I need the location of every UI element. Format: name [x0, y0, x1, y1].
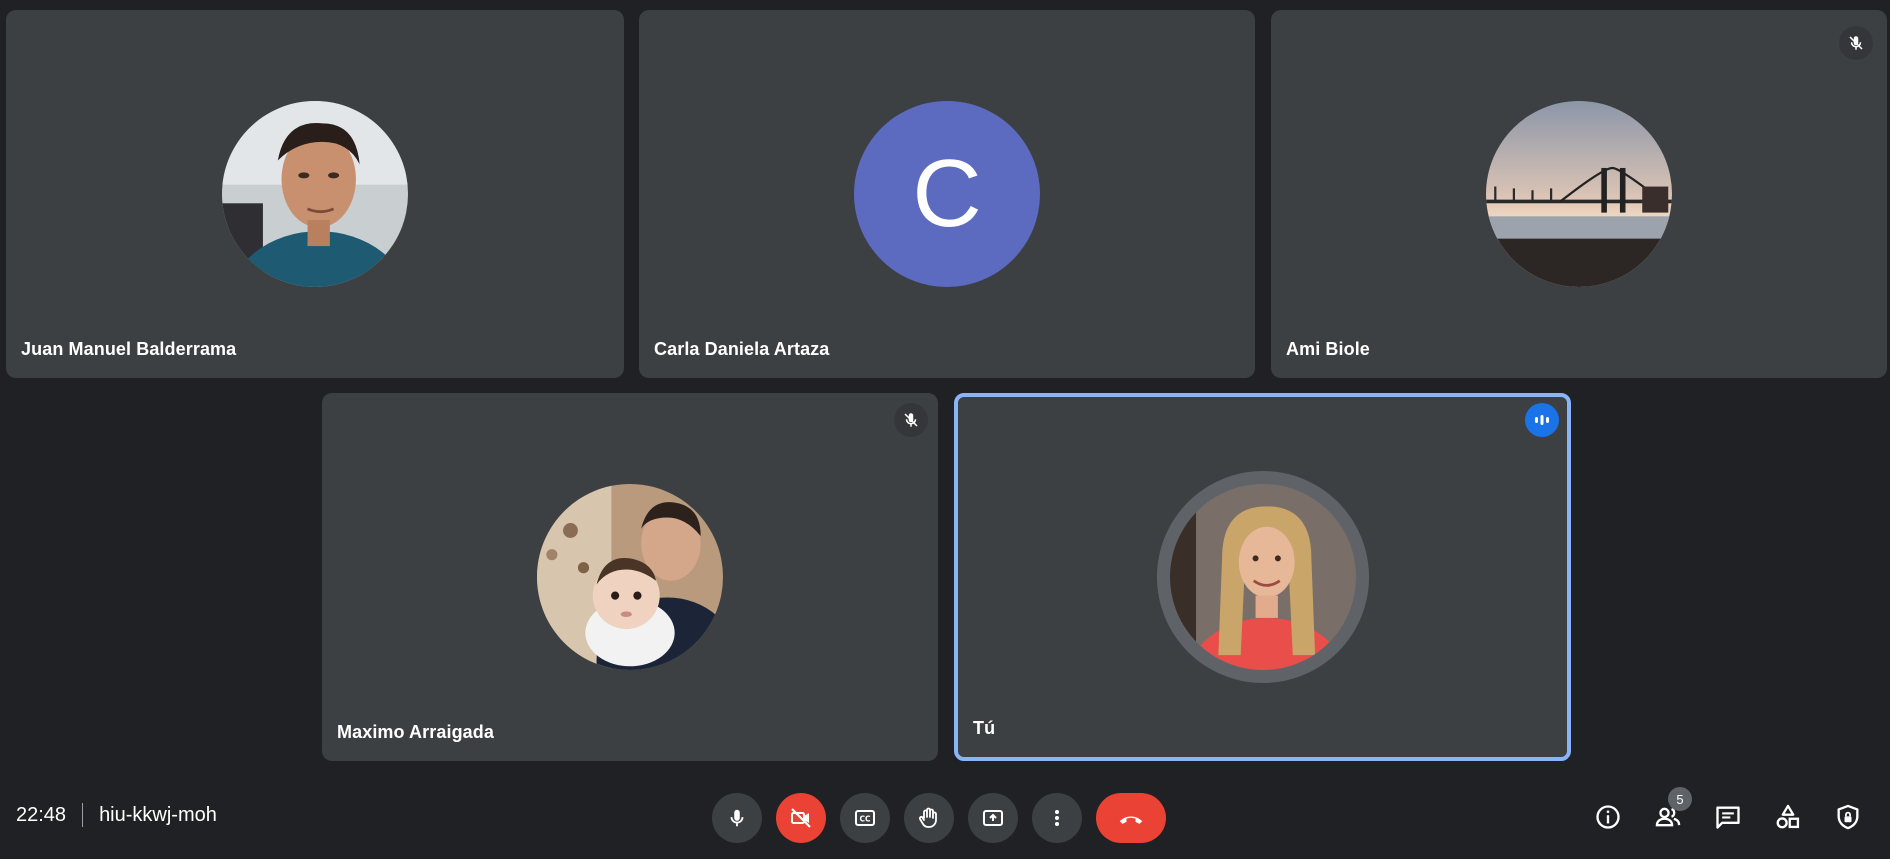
- camera-off-icon: [791, 808, 811, 828]
- muted-mic-icon: [894, 403, 928, 437]
- call-controls: CC: [712, 793, 1166, 843]
- muted-mic-icon: [1839, 26, 1873, 60]
- end-call-icon: [1119, 816, 1143, 824]
- chat-icon: [1716, 806, 1740, 829]
- closed-captions-icon: CC: [855, 810, 875, 826]
- microphone-button[interactable]: [712, 793, 762, 843]
- meeting-time: 22:48: [16, 803, 67, 826]
- activities-icon: [1776, 804, 1800, 829]
- raise-hand-button[interactable]: [904, 793, 954, 843]
- participant-tile[interactable]: C Carla Daniela Artaza: [639, 10, 1255, 378]
- participant-tile[interactable]: Ami Biole: [1271, 10, 1887, 378]
- participant-tile[interactable]: Maximo Arraigada: [322, 393, 938, 761]
- participant-avatar: [1169, 484, 1356, 670]
- microphone-icon: [730, 809, 744, 827]
- chat-button[interactable]: [1704, 793, 1752, 841]
- activities-button[interactable]: [1764, 793, 1812, 841]
- svg-text:CC: CC: [859, 815, 871, 824]
- camera-button[interactable]: [776, 793, 826, 843]
- participant-tile[interactable]: Juan Manuel Balderrama: [6, 10, 624, 378]
- raise-hand-icon: [918, 807, 937, 828]
- more-options-button[interactable]: [1032, 793, 1082, 843]
- more-options-icon: [1055, 810, 1059, 826]
- present-screen-button[interactable]: [968, 793, 1018, 843]
- host-controls-icon: [1837, 804, 1859, 830]
- host-controls-button[interactable]: [1824, 793, 1872, 841]
- captions-button[interactable]: CC: [840, 793, 890, 843]
- people-button[interactable]: 5: [1644, 787, 1692, 841]
- participant-name: Tú: [973, 718, 996, 738]
- meeting-details-button[interactable]: [1584, 793, 1632, 841]
- participant-name: Carla Daniela Artaza: [654, 339, 830, 359]
- meeting-info-divider: [82, 803, 84, 827]
- participant-avatar: [222, 101, 408, 287]
- people-count-badge: 5: [1668, 787, 1692, 811]
- participant-name: Maximo Arraigada: [337, 722, 494, 742]
- participant-name: Ami Biole: [1286, 339, 1370, 359]
- participant-avatar-letter: C: [854, 101, 1040, 287]
- participant-avatar: [1486, 101, 1672, 287]
- participant-name: Juan Manuel Balderrama: [21, 339, 237, 359]
- bottom-toolbar: 22:48 hiu-kkwj-moh CC 5: [0, 771, 1890, 859]
- speaking-indicator-icon: [1525, 403, 1559, 437]
- end-call-button[interactable]: [1096, 793, 1166, 843]
- side-panel-icons: 5: [1584, 787, 1872, 841]
- info-icon: [1596, 805, 1620, 829]
- meeting-info: 22:48 hiu-kkwj-moh: [16, 771, 217, 859]
- self-participant-tile[interactable]: Tú: [954, 393, 1571, 761]
- participant-avatar: [537, 484, 723, 670]
- present-screen-icon: [983, 810, 1003, 826]
- meeting-code[interactable]: hiu-kkwj-moh: [99, 804, 217, 827]
